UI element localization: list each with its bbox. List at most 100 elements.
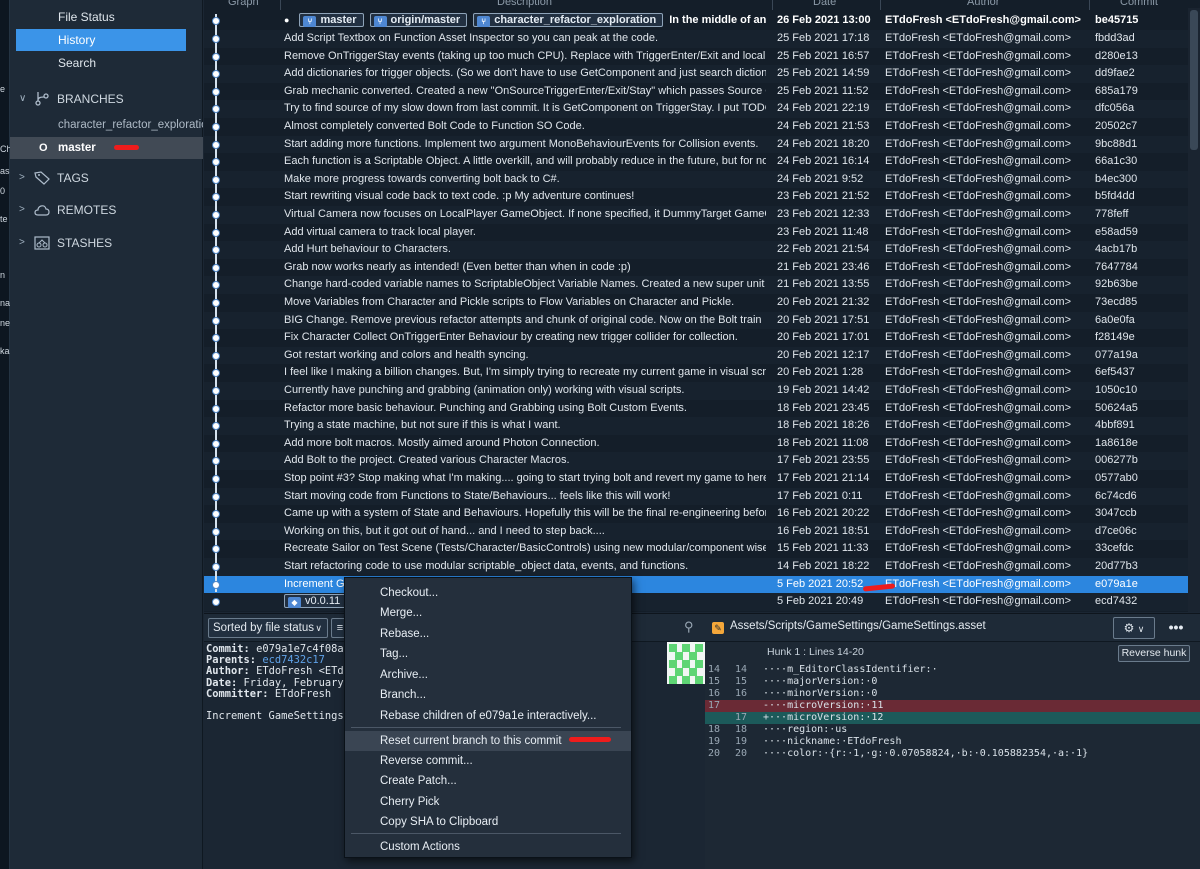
scrollbar-thumb[interactable]: [1190, 10, 1198, 150]
commit-row[interactable]: Change hard-coded variable names to Scri…: [204, 276, 1188, 294]
search-icon[interactable]: ⚲: [684, 619, 694, 635]
commit-row[interactable]: Fix Character Collect OnTriggerEnter Beh…: [204, 329, 1188, 347]
graph-node: [212, 175, 220, 184]
commit-hash: 50624a5: [1095, 401, 1138, 414]
parent-commit-link[interactable]: ecd7432c17: [262, 654, 325, 666]
commit-author: ETdoFresh <ETdoFresh@gmail.com>: [885, 560, 1072, 572]
column-divider[interactable]: [280, 0, 281, 10]
commit-row[interactable]: Add Script Textbox on Function Asset Ins…: [204, 30, 1188, 48]
commit-row[interactable]: Got restart working and colors and healt…: [204, 346, 1188, 365]
settings-dropdown-button[interactable]: ⚙ ∨: [1113, 617, 1155, 639]
sidebar-item-file-status[interactable]: File Status: [16, 6, 186, 28]
menu-item-merge[interactable]: Merge...: [345, 603, 631, 623]
commit-row[interactable]: Grab mechanic converted. Created a new "…: [204, 83, 1188, 101]
commit-row[interactable]: Came up with a system of State and Behav…: [204, 505, 1188, 523]
commit-row[interactable]: Recreate Sailor on Test Scene (Tests/Cha…: [204, 540, 1188, 558]
commit-row[interactable]: Add dictionaries for trigger objects. (S…: [204, 65, 1188, 83]
menu-item-checkout[interactable]: Checkout...: [345, 583, 631, 603]
diff-line[interactable]: 19 19 ····nickname:·ETdoFresh: [705, 736, 1200, 748]
graph-node: [212, 351, 220, 360]
branch-label-badge[interactable]: ⑂ origin/master: [369, 13, 468, 28]
diff-line[interactable]: 15 15 ····majorVersion:·0: [705, 676, 1200, 688]
branch-item[interactable]: character_refactor_exploration: [10, 114, 203, 136]
commit-hash: 006277b: [1095, 454, 1138, 467]
sort-dropdown[interactable]: Sorted by file status ∨: [208, 618, 328, 638]
menu-item-rebase-children[interactable]: Rebase children of e079a1e interactively…: [345, 706, 631, 726]
column-header-commit[interactable]: Commit: [1120, 0, 1158, 8]
menu-item-create-patch[interactable]: Create Patch...: [345, 771, 631, 791]
commit-row[interactable]: Add more bolt macros. Mostly aimed aroun…: [204, 435, 1188, 453]
new-line-number: 14: [735, 664, 748, 675]
diff-line-added[interactable]: 17 +···microVersion:·12: [705, 712, 1200, 724]
diff-line[interactable]: 14 14 ····m_EditorClassIdentifier:·: [705, 664, 1200, 676]
sidebar-item-search[interactable]: Search: [16, 52, 186, 74]
commit-row[interactable]: Start rewriting visual code back to text…: [204, 188, 1188, 206]
column-headers: Graph Description Date Author Commit: [204, 0, 1200, 10]
tag-badge[interactable]: ◆ v0.0.11: [284, 594, 348, 609]
reverse-hunk-button[interactable]: Reverse hunk: [1118, 645, 1190, 662]
stashes-group[interactable]: > STASHES: [10, 231, 203, 255]
column-header-graph[interactable]: Graph: [228, 0, 259, 8]
commit-description: Change hard-coded variable names to Scri…: [284, 278, 766, 291]
commit-row[interactable]: Stop point #3? Stop making what I'm maki…: [204, 470, 1188, 488]
column-divider[interactable]: [772, 0, 773, 10]
branch-label-badge[interactable]: ⑂ master: [299, 13, 364, 28]
commit-row[interactable]: Each function is a Scriptable Object. A …: [204, 153, 1188, 171]
commit-description: Working on this, but it got out of hand.…: [284, 524, 605, 537]
commit-row[interactable]: Make more progress towards converting bo…: [204, 170, 1188, 189]
graph-node: [212, 563, 220, 571]
branches-label: BRANCHES: [57, 92, 124, 106]
commit-date: 17 Feb 2021 21:14: [777, 472, 870, 484]
commit-row[interactable]: Working on this, but it got out of hand.…: [204, 522, 1188, 541]
column-header-description[interactable]: Description: [497, 0, 552, 8]
menu-item-tag[interactable]: Tag...: [345, 644, 631, 664]
diff-line[interactable]: 16 16 ····minorVersion:·0: [705, 688, 1200, 700]
commit-row[interactable]: I feel like I making a billion changes. …: [204, 364, 1188, 382]
commit-row[interactable]: Try to find source of my slow down from …: [204, 100, 1188, 118]
commit-date: 15 Feb 2021 11:33: [777, 542, 869, 555]
commit-sha[interactable]: e079a1e7c4f08a: [256, 643, 344, 655]
commit-row[interactable]: ● ⑂ master ⑂ origin/master ⑂ character_refacto…: [204, 12, 1188, 30]
branches-group[interactable]: ∨ BRANCHES: [10, 87, 203, 111]
commit-hash: 685a179: [1095, 84, 1138, 97]
commit-row[interactable]: Remove OnTriggerStay events (taking up t…: [204, 48, 1188, 66]
menu-item-copy-sha[interactable]: Copy SHA to Clipboard: [345, 812, 631, 832]
branch-item-current[interactable]: O master: [10, 137, 203, 159]
commit-row[interactable]: BIG Change. Remove previous refactor att…: [204, 311, 1188, 330]
diff-line[interactable]: 18 18 ····region:·us: [705, 724, 1200, 736]
commit-row[interactable]: Virtual Camera now focuses on LocalPlaye…: [204, 206, 1188, 224]
column-divider[interactable]: [880, 0, 881, 10]
scrollbar[interactable]: [1188, 8, 1200, 612]
menu-item-custom-actions[interactable]: Custom Actions: [345, 837, 631, 857]
sidebar-item-history[interactable]: History: [16, 29, 186, 51]
commit-row[interactable]: Currently have punching and grabbing (an…: [204, 382, 1188, 400]
column-header-date[interactable]: Date: [813, 0, 836, 8]
commit-row[interactable]: Start adding more functions. Implement t…: [204, 135, 1188, 154]
commit-description: I feel like I making a billion changes. …: [284, 366, 766, 379]
tags-group[interactable]: > TAGS: [10, 166, 203, 190]
commit-description: Remove OnTriggerStay events (taking up t…: [284, 49, 766, 62]
diff-line-removed[interactable]: 17 -···microVersion:·11: [705, 700, 1200, 712]
remotes-group[interactable]: > REMOTES: [10, 198, 203, 222]
commit-row[interactable]: Add Bolt to the project. Created various…: [204, 452, 1188, 470]
commit-row[interactable]: Trying a state machine, but not sure if …: [204, 417, 1188, 435]
commit-row[interactable]: Add Hurt behaviour to Characters. 22 Feb …: [204, 241, 1188, 259]
branch-label-badge[interactable]: ⑂ character_refactor_exploration: [473, 13, 664, 28]
commit-row[interactable]: Almost completely converted Bolt Code to…: [204, 118, 1188, 136]
commit-row[interactable]: Move Variables from Character and Pickle…: [204, 294, 1188, 312]
more-options-icon[interactable]: •••: [1165, 618, 1187, 638]
menu-item-archive[interactable]: Archive...: [345, 665, 631, 685]
commit-row[interactable]: Refactor more basic behaviour. Punching …: [204, 400, 1188, 418]
diff-line[interactable]: 20 20 ····color:·{r:·1,·g:·0.07058824,·b:·…: [705, 748, 1200, 760]
commit-row[interactable]: Start moving code from Functions to Stat…: [204, 487, 1188, 506]
menu-item-branch[interactable]: Branch...: [345, 685, 631, 705]
menu-item-reverse-commit[interactable]: Reverse commit...: [345, 751, 631, 771]
column-divider[interactable]: [1089, 0, 1090, 10]
commit-row[interactable]: Grab now works nearly as intended! (Even…: [204, 259, 1188, 277]
commit-row[interactable]: Add virtual camera to track local player…: [204, 224, 1188, 242]
commit-row[interactable]: Start refactoring code to use modular sc…: [204, 558, 1188, 576]
menu-item-cherry-pick[interactable]: Cherry Pick: [345, 792, 631, 812]
column-header-author[interactable]: Author: [967, 0, 999, 8]
menu-item-rebase[interactable]: Rebase...: [345, 624, 631, 644]
chevron-right-icon: >: [19, 204, 25, 215]
